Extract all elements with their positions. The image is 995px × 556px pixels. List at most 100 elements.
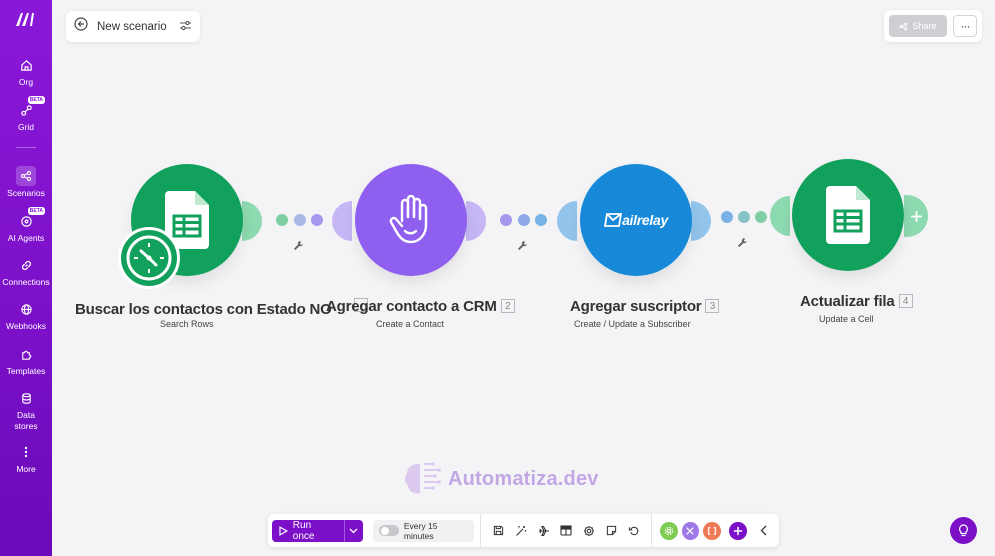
envelope-m-icon (604, 213, 623, 227)
module-number-badge: 4 (898, 294, 913, 308)
text-parser-button[interactable] (703, 521, 721, 540)
run-once-button[interactable]: Run once (272, 519, 344, 542)
tools-button[interactable] (659, 521, 678, 540)
lightbulb-icon (959, 524, 968, 537)
wrench-icon[interactable] (293, 240, 304, 251)
sidebar-item-label: Webhooks (5, 321, 46, 331)
module-title-text: Agregar contacto a CRM (326, 298, 497, 315)
globe-icon (16, 299, 36, 319)
module-connector-left[interactable] (332, 201, 352, 241)
mailrelay-logo-text: ailrelay (622, 212, 668, 228)
run-options-dropdown[interactable] (343, 519, 364, 542)
add-button[interactable] (728, 521, 747, 540)
share-icon (16, 166, 36, 186)
wrench-icon[interactable] (737, 237, 748, 248)
chevron-left-icon (760, 525, 767, 536)
sidebar-item-ai-agents[interactable]: BETA AI Agents (0, 207, 52, 244)
ai-agent-icon: BETA (16, 207, 45, 231)
module-title[interactable]: Actualizar fila 4 (800, 293, 913, 310)
save-button[interactable] (487, 520, 510, 542)
sidebar-item-label: Data stores (14, 410, 38, 431)
sidebar-item-connections[interactable]: Connections (0, 255, 52, 288)
flow-tools-button[interactable] (681, 521, 700, 540)
grid-icon: BETA (16, 96, 45, 120)
beta-badge: BETA (27, 207, 45, 215)
wrench-icon[interactable] (517, 240, 528, 251)
module-subtitle: Create / Update a Subscriber (574, 319, 691, 329)
sidebar-item-templates[interactable]: Templates (0, 344, 52, 377)
save-icon (493, 525, 504, 536)
module-title-text: Buscar los contactos con Estado NO (75, 301, 332, 318)
sidebar-item-label: Templates (6, 366, 46, 376)
module-connector-right[interactable] (691, 201, 711, 241)
connector-dot (311, 214, 323, 226)
module-crm-create-contact[interactable] (355, 164, 467, 276)
sidebar-item-grid[interactable]: BETA Grid (0, 96, 52, 133)
connector-dot (276, 214, 288, 226)
toolbar-divider (650, 514, 652, 547)
schedule-toggle[interactable] (379, 525, 399, 536)
module-title-text: Actualizar fila (800, 293, 895, 310)
notes-button[interactable] (600, 520, 623, 542)
auto-align-button[interactable] (510, 520, 533, 542)
sidebar-item-webhooks[interactable]: Webhooks (0, 299, 52, 332)
sidebar-item-label: More (16, 464, 36, 474)
connector-dot (535, 214, 547, 226)
magic-wand-icon (516, 525, 527, 536)
module-title[interactable]: Buscar los contactos con Estado NO (75, 298, 368, 318)
sidebar-item-label: Grid (17, 122, 35, 132)
schedule-toggle-group[interactable]: Every 15 minutes (373, 519, 475, 542)
collapse-toolbar-button[interactable] (753, 520, 776, 542)
schedule-label: Every 15 minutes (403, 520, 438, 541)
sidebar-item-more[interactable]: More (0, 442, 52, 475)
module-connector-right[interactable] (466, 201, 486, 241)
schedule-clock-badge[interactable] (118, 227, 180, 289)
sidebar-item-label: Org (18, 77, 34, 87)
undo-icon (629, 526, 639, 536)
watermark-text: Automatiza.dev (448, 467, 599, 490)
gear-icon (583, 525, 594, 536)
help-button[interactable] (950, 517, 977, 544)
plus-icon (910, 210, 922, 222)
sidebar-item-label: Scenarios (7, 188, 45, 198)
add-module-button[interactable] (904, 195, 928, 237)
mailrelay-logo: ailrelay (604, 212, 668, 228)
run-once-label: Run once (292, 519, 315, 542)
flow-control-button[interactable] (532, 520, 555, 542)
notes-table-button[interactable] (555, 520, 578, 542)
beta-badge: BETA (27, 96, 45, 104)
hand-icon (389, 195, 428, 244)
sidebar-item-label: Connections (2, 277, 50, 287)
chevron-down-icon (350, 528, 358, 533)
connector-dot (518, 214, 530, 226)
connector-dot (500, 214, 512, 226)
brackets-icon (708, 526, 716, 535)
watermark: Automatiza.dev (402, 459, 599, 499)
sidebar-item-org[interactable]: Org (0, 55, 52, 88)
plus-icon (733, 526, 742, 535)
table-icon (560, 525, 572, 536)
module-title[interactable]: Agregar contacto a CRM 2 (326, 298, 515, 315)
module-title[interactable]: Agregar suscriptor 3 (570, 298, 720, 315)
connector-dot (738, 211, 750, 223)
undo-button[interactable] (622, 520, 645, 542)
module-connector-left[interactable] (557, 201, 577, 241)
google-sheets-icon (826, 186, 870, 244)
module-mailrelay-subscriber[interactable]: ailrelay (580, 164, 692, 276)
link-icon (16, 255, 36, 275)
module-connector-right[interactable] (242, 201, 262, 241)
settings-button[interactable] (577, 520, 600, 542)
bottom-toolbar: Run once Every 15 minutes (268, 514, 779, 547)
module-subtitle: Search Rows (160, 319, 214, 329)
sidebar: Org BETA Grid Scenarios BETA AI Agents C… (0, 0, 52, 556)
module-connector-left[interactable] (770, 196, 790, 236)
more-vertical-icon (16, 442, 36, 462)
module-google-sheets-update[interactable] (792, 159, 904, 271)
sidebar-item-scenarios[interactable]: Scenarios (0, 166, 52, 199)
module-subtitle: Update a Cell (819, 314, 874, 324)
sidebar-item-data-stores[interactable]: Data stores (0, 388, 52, 432)
toolbar-divider (480, 514, 482, 547)
module-number-badge: 2 (500, 299, 515, 313)
connector-dot (755, 211, 767, 223)
make-logo[interactable] (14, 9, 38, 29)
